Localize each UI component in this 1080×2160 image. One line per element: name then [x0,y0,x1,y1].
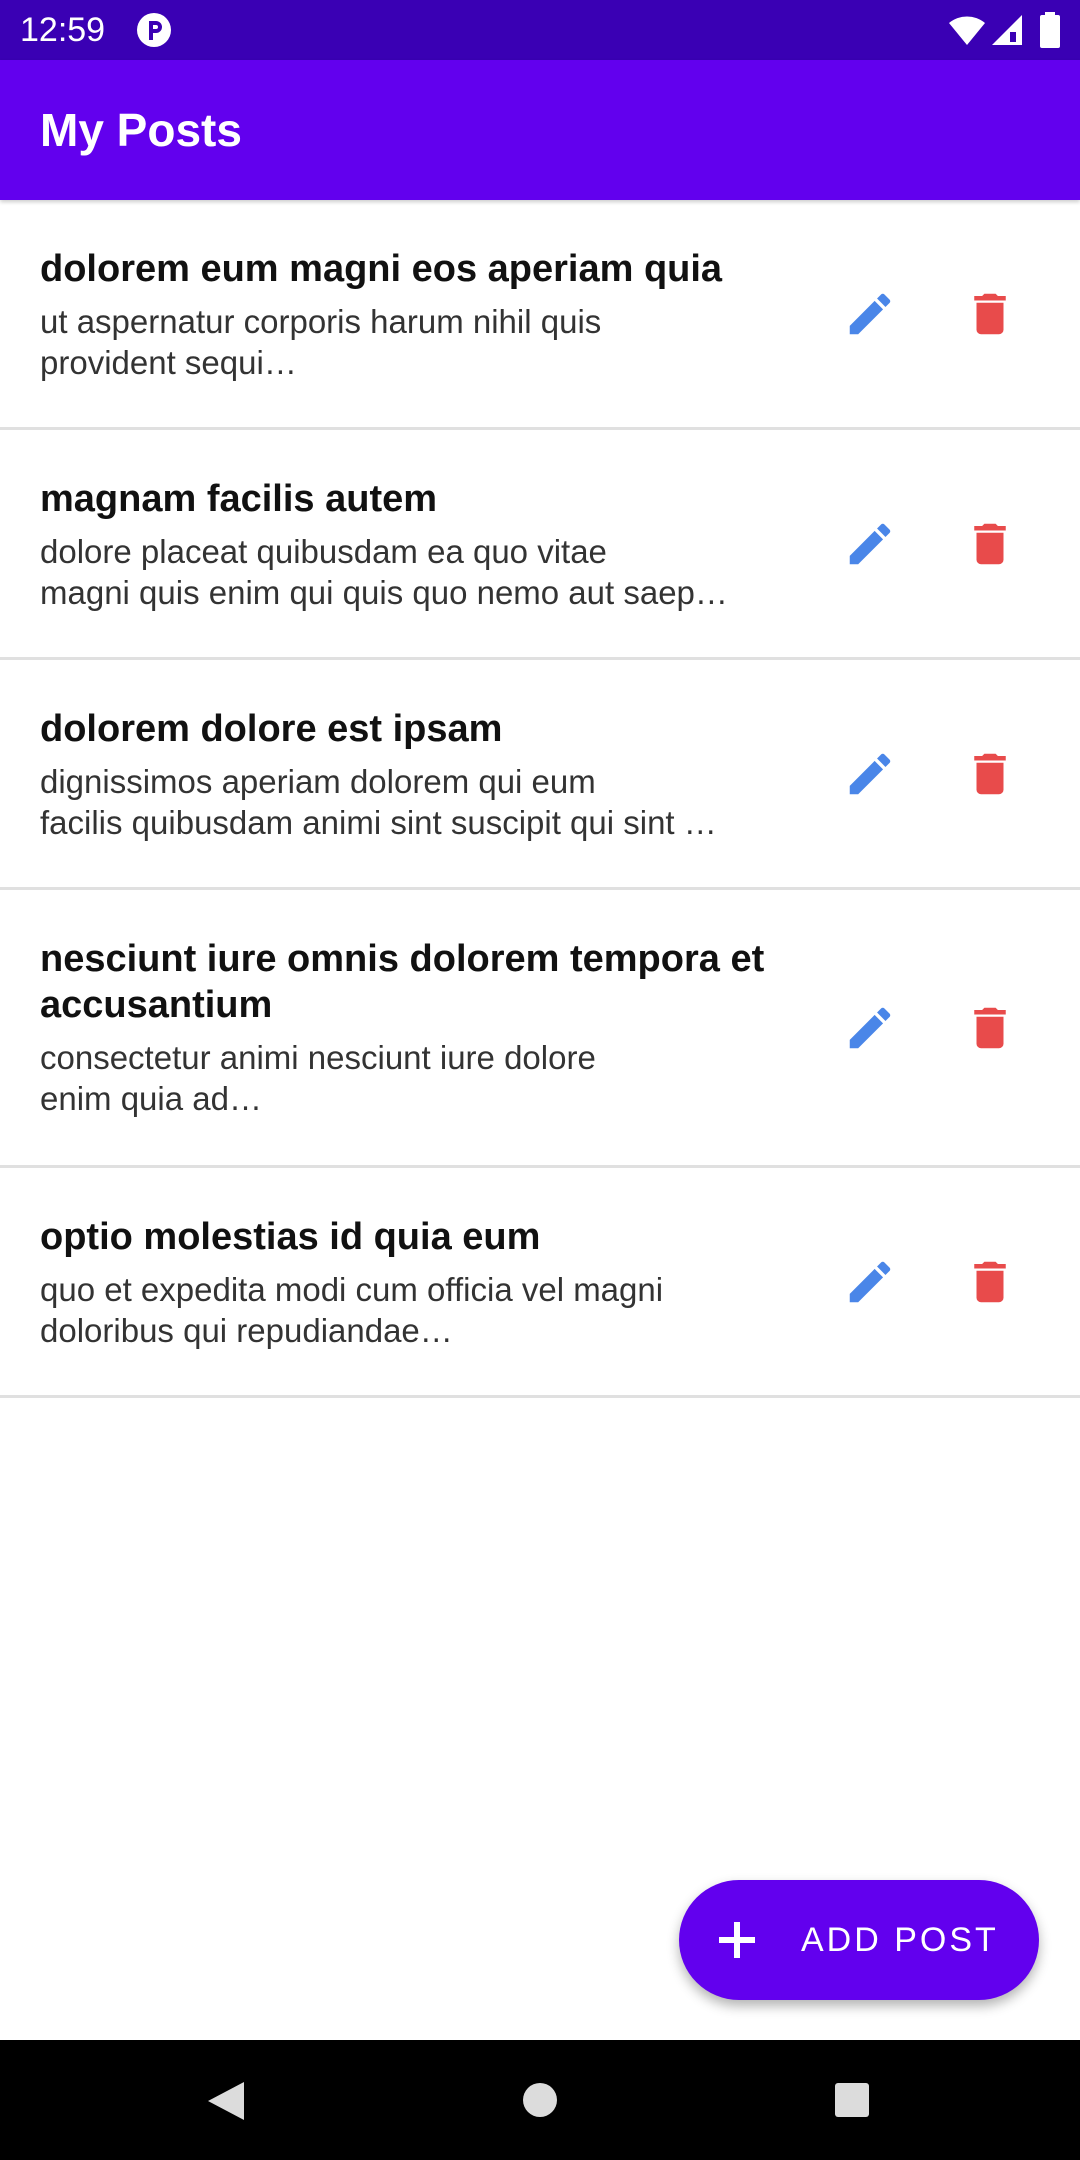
home-icon[interactable] [522,2082,558,2118]
delete-button[interactable] [950,504,1030,584]
pencil-icon [849,293,891,334]
post-body: dolore placeat quibusdam ea quo vitae ma… [40,533,728,611]
list-item[interactable]: optio molestias id quia eum quo et exped… [0,1168,1080,1398]
battery-icon [1040,12,1060,48]
list-item[interactable]: nesciunt iure omnis dolorem tempora et a… [0,890,1080,1168]
list-item[interactable]: magnam facilis autem dolore placeat quib… [0,430,1080,660]
trash-icon [974,293,1006,334]
delete-button[interactable] [950,274,1030,354]
post-body: dignissimos aperiam dolorem qui eum faci… [40,763,717,841]
pencil-icon [849,1007,891,1048]
edit-button[interactable] [830,734,910,814]
trash-icon [974,1007,1006,1048]
app-bar: My Posts [0,60,1080,200]
edit-button[interactable] [830,274,910,354]
post-text: optio molestias id quia eum quo et exped… [40,1214,780,1351]
post-text: nesciunt iure omnis dolorem tempora et a… [40,936,780,1119]
trash-icon [974,1261,1006,1302]
list-item[interactable]: dolorem dolore est ipsam dignissimos ape… [0,660,1080,890]
post-text: dolorem dolore est ipsam dignissimos ape… [40,706,780,843]
post-body: quo et expedita modi cum officia vel mag… [40,1271,664,1349]
back-icon[interactable] [206,2080,246,2122]
post-text: dolorem eum magni eos aperiam quia ut as… [40,246,780,383]
edit-button[interactable] [830,1242,910,1322]
post-text: magnam facilis autem dolore placeat quib… [40,476,780,613]
delete-button[interactable] [950,1242,1030,1322]
add-post-button[interactable]: ADD POST [679,1880,1039,2000]
wifi-icon [949,16,985,45]
post-title: dolorem dolore est ipsam [40,708,503,750]
post-title: nesciunt iure omnis dolorem tempora et a… [40,938,765,1026]
post-title: dolorem eum magni eos aperiam quia [40,248,723,290]
status-time: 12:59 [20,11,106,49]
post-list: dolorem eum magni eos aperiam quia ut as… [0,200,1080,1398]
plus-icon [719,1922,755,1958]
signal-icon [992,15,1022,45]
pencil-icon [849,523,891,564]
edit-button[interactable] [830,988,910,1068]
post-body: consectetur animi nesciunt iure dolore e… [40,1039,596,1117]
post-title: magnam facilis autem [40,478,438,520]
edit-button[interactable] [830,504,910,584]
recent-apps-icon[interactable] [834,2082,870,2118]
pencil-icon [849,753,891,794]
post-title: optio molestias id quia eum [40,1216,541,1258]
post-body: ut aspernatur corporis harum nihil quis … [40,303,602,381]
system-nav-bar [0,2040,1080,2160]
list-item[interactable]: dolorem eum magni eos aperiam quia ut as… [0,200,1080,430]
status-bar: 12:59 [0,0,1080,60]
trash-icon [974,523,1006,564]
delete-button[interactable] [950,988,1030,1068]
add-post-label: ADD POST [801,1921,999,1959]
page-title: My Posts [40,104,242,156]
trash-icon [974,753,1006,794]
pencil-icon [849,1261,891,1302]
app-notification-icon [137,13,171,47]
delete-button[interactable] [950,734,1030,814]
